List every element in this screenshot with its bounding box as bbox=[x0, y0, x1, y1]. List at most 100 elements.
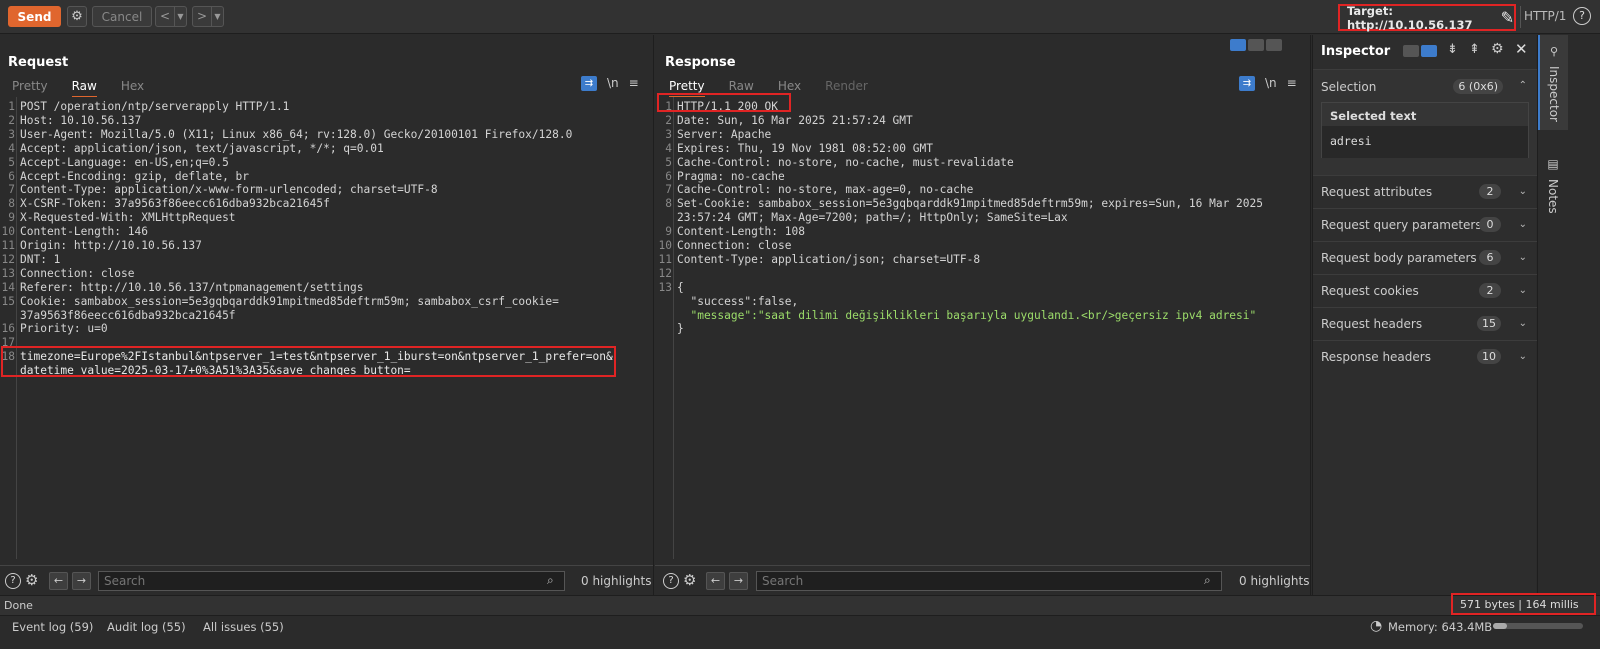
line-number: 15 bbox=[1, 294, 15, 308]
wrap-lines-icon[interactable]: ⇉ bbox=[1239, 76, 1255, 91]
tab-response-render[interactable]: Render bbox=[825, 79, 868, 98]
selected-text-box: Selected text adresi bbox=[1321, 102, 1529, 158]
inspector-section-row[interactable]: Request headers 15 ⌄ bbox=[1313, 307, 1537, 339]
menu-icon[interactable]: ≡ bbox=[629, 76, 639, 91]
memory-icon: ◔ bbox=[1370, 618, 1383, 634]
audit-log-link[interactable]: Audit log (55) bbox=[107, 620, 186, 634]
code-text: 37a9563f86eecc616dba932bca21645f bbox=[20, 308, 236, 322]
chevron-right-icon[interactable]: > bbox=[193, 7, 211, 26]
arrow-right-icon[interactable]: → bbox=[72, 572, 91, 590]
line-number: 11 bbox=[658, 252, 672, 266]
response-editor-icons: ⇉ \n ≡ bbox=[1239, 76, 1297, 91]
top-toolbar: Send ⚙ Cancel < ▼ > ▼ Target: http://10.… bbox=[0, 0, 1600, 34]
line-number: 3 bbox=[665, 127, 672, 141]
chevron-down-icon[interactable]: ⌄ bbox=[1519, 186, 1527, 197]
side-tabs: ⚲ Inspector ▤ Notes bbox=[1537, 35, 1600, 595]
layout-toggle[interactable] bbox=[1230, 39, 1282, 51]
layout-side-by-side-icon[interactable] bbox=[1230, 39, 1246, 51]
newline-toggle-icon[interactable]: \n bbox=[1265, 76, 1277, 91]
help-icon[interactable]: ? bbox=[1573, 7, 1591, 25]
request-highlights-count: 0 highlights bbox=[581, 574, 652, 588]
chevron-down-icon[interactable]: ⌄ bbox=[1519, 318, 1527, 329]
response-panel: Response Pretty Raw Hex Render ⇉ \n ≡ 1H… bbox=[655, 35, 1311, 595]
inspector-section-count: 0 bbox=[1479, 217, 1501, 232]
settings-gear-icon[interactable]: ⚙ bbox=[1491, 41, 1504, 57]
inspector-layout-b-icon[interactable] bbox=[1421, 45, 1437, 57]
line-number: 4 bbox=[8, 141, 15, 155]
inspector-section-row[interactable]: Response headers 10 ⌄ bbox=[1313, 340, 1537, 372]
layout-tabs-icon[interactable] bbox=[1266, 39, 1282, 51]
inspector-layout-toggle[interactable] bbox=[1403, 45, 1437, 57]
settings-gear-icon[interactable]: ⚙ bbox=[683, 571, 696, 589]
arrow-left-icon[interactable]: ← bbox=[706, 572, 725, 590]
pencil-icon[interactable]: ✎ bbox=[1501, 8, 1514, 27]
close-icon[interactable]: ✕ bbox=[1515, 40, 1528, 58]
inspector-section-row[interactable]: Request cookies 2 ⌄ bbox=[1313, 274, 1537, 306]
expand-all-icon[interactable]: ⇟ bbox=[1447, 42, 1458, 57]
selected-text-value[interactable]: adresi bbox=[1322, 126, 1528, 158]
target-button[interactable]: Target: http://10.10.56.137 ✎ bbox=[1338, 3, 1516, 32]
send-button[interactable]: Send bbox=[8, 6, 61, 27]
wrap-lines-icon[interactable]: ⇉ bbox=[581, 76, 597, 91]
chevron-down-icon[interactable]: ⌄ bbox=[1519, 351, 1527, 362]
cancel-button[interactable]: Cancel bbox=[92, 6, 152, 27]
forward-nav-group[interactable]: > ▼ bbox=[192, 6, 224, 27]
menu-icon[interactable]: ≡ bbox=[1287, 76, 1297, 91]
newline-toggle-icon[interactable]: \n bbox=[607, 76, 619, 91]
request-search-input[interactable] bbox=[98, 571, 565, 591]
line-number: 12 bbox=[658, 266, 672, 280]
code-text: Set-Cookie: sambabox_session=5e3gqbqardd… bbox=[677, 197, 1263, 211]
http-version-toggle[interactable]: HTTP/1 bbox=[1524, 9, 1566, 23]
chevron-down-icon[interactable]: ⌄ bbox=[1519, 252, 1527, 263]
inspector-icon: ⚲ bbox=[1549, 45, 1559, 58]
notes-icon: ▤ bbox=[1547, 157, 1559, 171]
forward-dropdown-icon[interactable]: ▼ bbox=[211, 7, 223, 26]
code-text: { bbox=[677, 280, 684, 294]
tab-request-pretty[interactable]: Pretty bbox=[12, 79, 48, 98]
inspector-section-row[interactable]: Request query parameters 0 ⌄ bbox=[1313, 208, 1537, 240]
sidetab-inspector[interactable]: ⚲ Inspector bbox=[1538, 35, 1568, 130]
line-number: 7 bbox=[665, 183, 672, 197]
inspector-section-row[interactable]: Request attributes 2 ⌄ bbox=[1313, 175, 1537, 207]
tab-request-hex[interactable]: Hex bbox=[121, 79, 144, 98]
arrow-right-icon[interactable]: → bbox=[729, 572, 748, 590]
response-search-input[interactable] bbox=[756, 571, 1222, 591]
inspector-section-row[interactable]: Request body parameters 6 ⌄ bbox=[1313, 241, 1537, 273]
request-editor[interactable]: 1 POST /operation/ntp/serverapply HTTP/1.… bbox=[0, 97, 653, 559]
inspector-section-label: Request cookies bbox=[1321, 283, 1419, 298]
sidetab-notes-label: Notes bbox=[1546, 179, 1560, 214]
layout-stacked-icon[interactable] bbox=[1248, 39, 1264, 51]
status-bar: Done 571 bytes | 164 millis bbox=[0, 593, 1600, 615]
inspector-layout-a-icon[interactable] bbox=[1403, 45, 1419, 57]
target-label: Target: http://10.10.56.137 bbox=[1347, 3, 1473, 32]
settings-gear-icon[interactable]: ⚙ bbox=[67, 6, 87, 27]
tab-request-raw[interactable]: Raw bbox=[71, 79, 97, 98]
inspector-panel: Inspector ⇟ ⇞ ⚙ ✕ Selection 6 (0x6) ⌃ Se… bbox=[1312, 35, 1537, 595]
selected-text-label: Selected text bbox=[1330, 109, 1417, 123]
search-icon: ⌕ bbox=[547, 573, 554, 587]
response-size-timing: 571 bytes | 164 millis bbox=[1451, 593, 1596, 615]
event-log-link[interactable]: Event log (59) bbox=[12, 620, 93, 634]
help-icon[interactable]: ? bbox=[663, 573, 679, 589]
code-text: Accept: application/json, text/javascrip… bbox=[20, 141, 384, 155]
sidetab-notes[interactable]: ▤ Notes bbox=[1538, 157, 1568, 242]
code-text: Expires: Thu, 19 Nov 1981 08:52:00 GMT bbox=[677, 141, 933, 155]
back-dropdown-icon[interactable]: ▼ bbox=[174, 7, 186, 26]
line-number: 10 bbox=[658, 239, 672, 252]
arrow-left-icon[interactable]: ← bbox=[49, 572, 68, 590]
response-editor[interactable]: 1 HTTP/1.1 200 OK 2 Date: Sun, 16 Mar 2025 … bbox=[657, 97, 1310, 559]
divider bbox=[1520, 6, 1521, 28]
code-text: Cache-Control: no-store, max-age=0, no-c… bbox=[677, 183, 974, 197]
collapse-all-icon[interactable]: ⇞ bbox=[1469, 42, 1480, 57]
chevron-left-icon[interactable]: < bbox=[156, 7, 174, 26]
chevron-down-icon[interactable]: ⌄ bbox=[1519, 285, 1527, 296]
code-text: Server: Apache bbox=[677, 127, 772, 141]
line-number: 13 bbox=[1, 266, 15, 280]
help-icon[interactable]: ? bbox=[5, 573, 21, 589]
chevron-down-icon[interactable]: ⌄ bbox=[1519, 219, 1527, 230]
settings-gear-icon[interactable]: ⚙ bbox=[25, 571, 38, 589]
back-nav-group[interactable]: < ▼ bbox=[155, 6, 187, 27]
chevron-up-icon[interactable]: ⌃ bbox=[1519, 80, 1527, 91]
inspector-section-count: 10 bbox=[1477, 349, 1501, 364]
all-issues-link[interactable]: All issues (55) bbox=[203, 620, 284, 634]
